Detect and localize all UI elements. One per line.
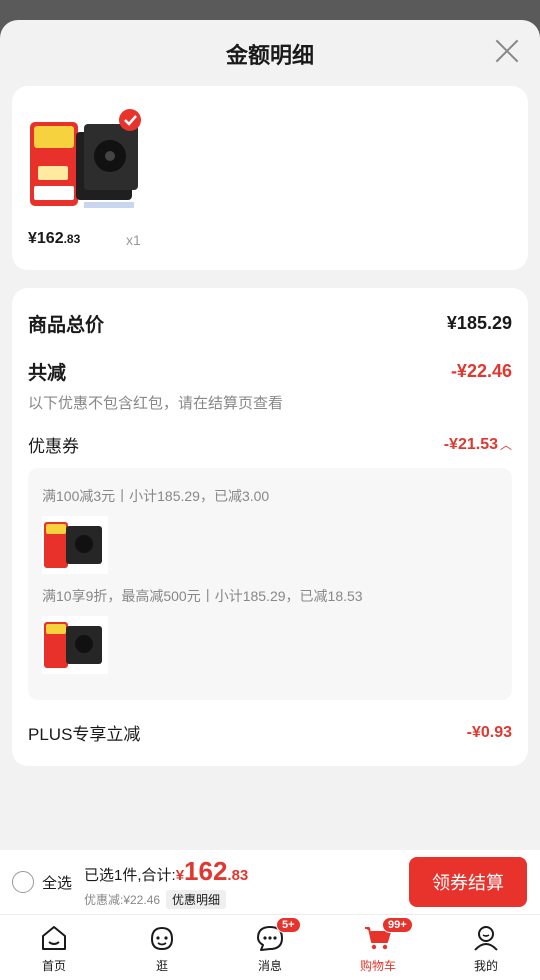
selected-text: 已选1件,合计:	[84, 867, 176, 884]
tab-messages-label: 消息	[257, 959, 282, 973]
select-all-label[interactable]: 全选	[42, 872, 72, 893]
reduce-row: 共减 -¥22.46	[28, 358, 512, 385]
sheet-title: 金额明细	[225, 43, 314, 68]
total-label: 商品总价	[28, 315, 105, 336]
product-price-decimal: .83	[63, 232, 81, 246]
checkout-bar: 全选 已选1件,合计:¥162.83 优惠减:¥22.46 优惠明细 领券结算	[0, 850, 540, 914]
tab-profile[interactable]: 我的	[432, 915, 540, 980]
messages-badge: 5+	[276, 917, 301, 933]
plus-label: PLUS专享立减	[28, 725, 141, 744]
selected-summary: 已选1件,合计:¥162.83	[84, 856, 248, 887]
home-icon	[42, 926, 66, 950]
price-detail-card: 商品总价 ¥185.29 共减 -¥22.46 以下优惠不包含红包，请在结算页查…	[12, 288, 528, 766]
reduce-note: 以下优惠不包含红包，请在结算页查看	[28, 395, 284, 412]
tab-messages[interactable]: 5+ 消息	[216, 915, 324, 980]
product-thumbnail[interactable]	[26, 108, 156, 218]
coupon-item-2-thumbnail	[42, 616, 108, 674]
coupon-value: -¥21.53	[443, 435, 498, 453]
product-price-main: ¥162	[28, 230, 64, 247]
plus-row: PLUS专享立减 -¥0.93	[28, 720, 512, 745]
tab-profile-label: 我的	[473, 959, 498, 973]
product-card: ¥162.83 x1	[12, 86, 528, 270]
total-amount-int: 162	[184, 856, 228, 886]
tab-cart-label: 购物车	[359, 959, 396, 973]
close-icon[interactable]	[494, 38, 520, 64]
sheet-header: 金额明细	[0, 20, 540, 86]
select-all-radio[interactable]	[12, 871, 34, 893]
profile-icon	[474, 926, 498, 951]
checkout-button[interactable]: 领券结算	[409, 857, 527, 907]
discount-summary: 优惠减:¥22.46 优惠明细	[84, 890, 227, 909]
reduce-value: -¥22.46	[450, 361, 512, 381]
total-currency: ¥	[175, 867, 185, 884]
reduce-label: 共减	[28, 363, 67, 384]
smiley-icon	[150, 926, 174, 951]
tab-cart[interactable]: 99+ 购物车	[324, 915, 432, 980]
product-price: ¥162.83	[28, 230, 80, 248]
plus-value: -¥0.93	[466, 723, 512, 741]
discount-text: 优惠减:¥22.46	[84, 893, 161, 907]
product-quantity: x1	[126, 232, 141, 248]
coupon-item-2-text: 满10享9折，最高减500元丨小计185.29，已减18.53	[42, 588, 363, 604]
coupon-row[interactable]: 优惠券 -¥21.53 ︿	[28, 432, 512, 457]
total-value: ¥185.29	[446, 313, 512, 333]
bottom-tabbar: 首页 逛 5+ 消息 99+ 购物车 我的	[0, 914, 540, 980]
cart-badge: 99+	[382, 917, 413, 933]
total-amount-dec: .83	[227, 867, 249, 884]
coupon-item-1-text: 满100减3元丨小计185.29，已减3.00	[42, 488, 270, 504]
total-row: 商品总价 ¥185.29	[28, 310, 512, 337]
tab-browse[interactable]: 逛	[108, 915, 216, 980]
coupon-value-wrap: -¥21.53 ︿	[444, 436, 512, 454]
chevron-up-icon[interactable]: ︿	[500, 438, 512, 452]
discount-detail-button[interactable]: 优惠明细	[166, 890, 227, 909]
coupon-list: 满100减3元丨小计185.29，已减3.00 满10享9折，最高减500元丨小…	[28, 468, 512, 700]
amount-detail-sheet: 金额明细 ¥162.83 x1 商品总价 ¥185.29 共减 -¥22.46 …	[0, 20, 540, 980]
coupon-item-1-thumbnail	[42, 516, 108, 574]
coupon-label: 优惠券	[28, 437, 79, 456]
tab-home-label: 首页	[41, 959, 66, 973]
tab-browse-label: 逛	[155, 959, 168, 973]
tab-home[interactable]: 首页	[0, 915, 108, 980]
